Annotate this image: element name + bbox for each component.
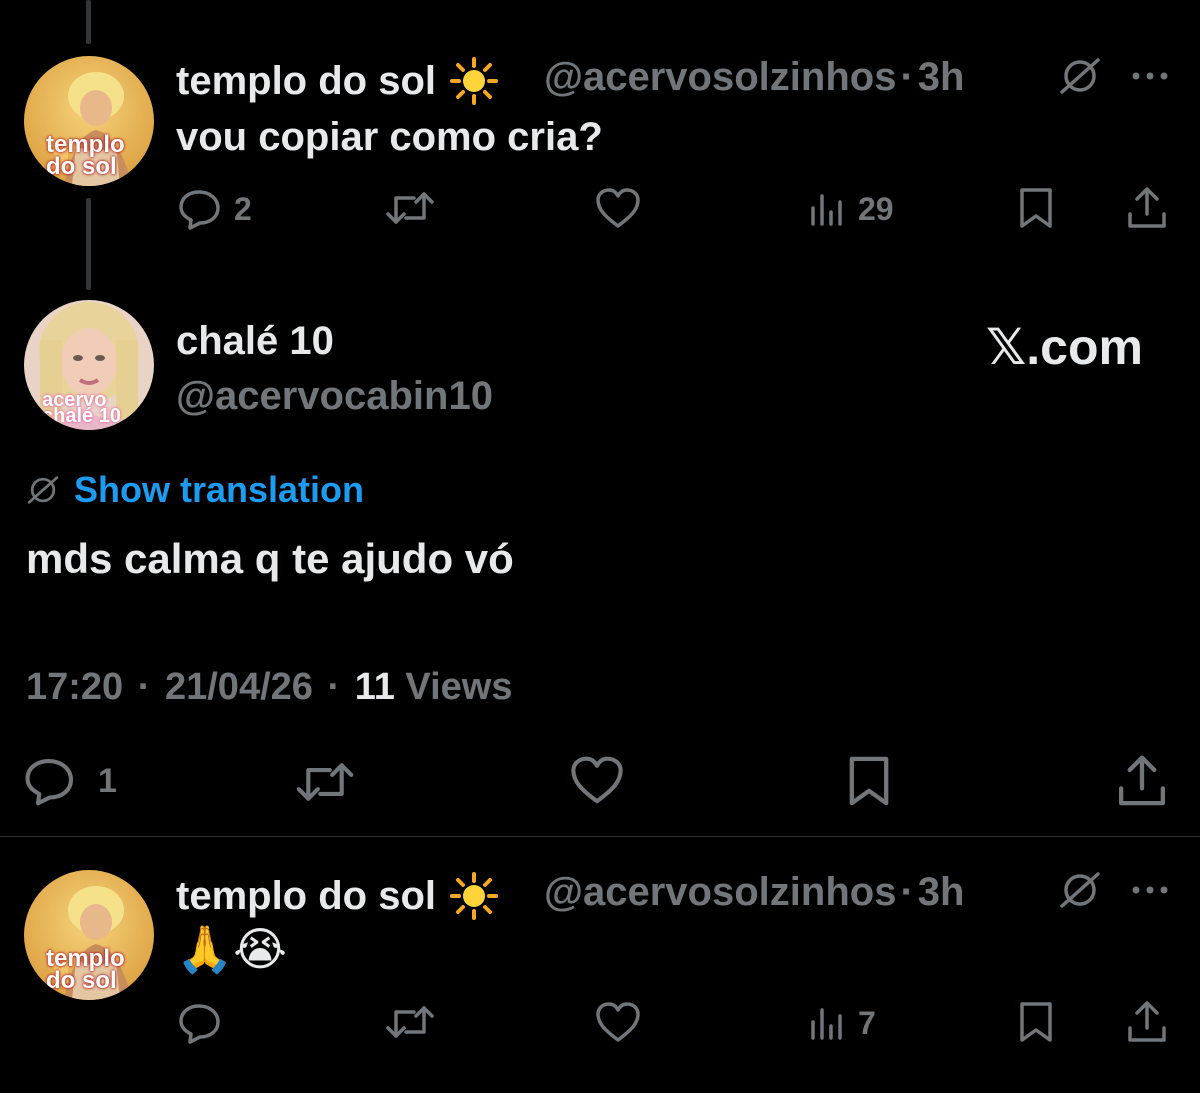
section-divider: [0, 836, 1200, 837]
views-label: Views: [405, 666, 513, 708]
thread-connector-top: [86, 0, 91, 44]
bookmark-icon: [1020, 188, 1052, 228]
translate-globe-icon: [27, 476, 59, 504]
more-dots-icon[interactable]: [1130, 66, 1170, 86]
display-name[interactable]: templo do sol: [176, 61, 436, 101]
main-like-button[interactable]: [568, 754, 626, 806]
retweet-icon: [296, 763, 354, 801]
reply-header: templo do sol: [176, 57, 498, 105]
tweet-meta: 17:20 · 21/04/26 · 11 Views: [26, 668, 512, 706]
main-share-button[interactable]: [1116, 754, 1168, 808]
heart-icon: [596, 1002, 640, 1042]
brand-watermark: 𝕏.com: [986, 319, 1143, 375]
timestamp[interactable]: 3h: [918, 870, 965, 914]
sun-emoji: [450, 872, 498, 920]
reply-count: 2: [234, 191, 252, 227]
avatar-text-line2: chalé 10: [42, 405, 121, 427]
reply-header: templo do sol: [176, 872, 498, 920]
reply-button[interactable]: 2: [178, 188, 252, 230]
heart-icon: [571, 756, 623, 804]
reply-button[interactable]: [178, 1002, 224, 1044]
meta-separator: ·: [327, 666, 341, 708]
share-icon: [1118, 755, 1166, 806]
translate-globe-icon[interactable]: [1058, 870, 1102, 910]
bookmark-icon: [1020, 1002, 1052, 1042]
display-name[interactable]: templo do sol: [176, 876, 436, 916]
views-count: 11: [354, 666, 395, 708]
retweet-button[interactable]: [384, 188, 436, 228]
views-bar-icon: [811, 194, 842, 226]
main-display-name[interactable]: chalé 10: [176, 321, 334, 361]
show-translation-label[interactable]: Show translation: [74, 472, 364, 508]
reply-text: vou copiar como cria?: [176, 115, 603, 159]
reply-text: 🙏😭: [176, 922, 288, 976]
views-button[interactable]: 29: [808, 190, 894, 228]
heart-icon: [596, 188, 640, 228]
views-count: 29: [858, 191, 894, 227]
tweet-date[interactable]: 21/04/26: [165, 666, 313, 708]
reply-handle-time: @acervosolzinhos · 3h: [544, 872, 964, 912]
reply-bubble-icon: [25, 758, 74, 806]
timestamp[interactable]: 3h: [918, 55, 965, 99]
handle[interactable]: @acervosolzinhos: [544, 870, 896, 914]
bookmark-button[interactable]: [1016, 186, 1056, 230]
thread-connector-middle: [86, 198, 91, 290]
reply-bubble-icon: [179, 190, 220, 230]
reply-bubble-icon: [179, 1004, 220, 1044]
reply-avatar[interactable]: templo do sol: [24, 56, 154, 186]
avatar-text-line2: do sol: [46, 967, 117, 994]
retweet-button[interactable]: [384, 1002, 436, 1042]
show-translation-link[interactable]: Show translation: [26, 472, 364, 508]
like-button[interactable]: [594, 186, 642, 230]
share-icon: [1128, 187, 1166, 228]
main-avatar[interactable]: acervo chalé 10: [24, 300, 154, 430]
main-reply-button[interactable]: 1: [24, 756, 117, 806]
reply-count: 1: [98, 762, 117, 800]
meta-separator: ·: [137, 666, 151, 708]
tweet-time[interactable]: 17:20: [26, 666, 123, 708]
share-button[interactable]: [1126, 1000, 1168, 1044]
views-bar-icon: [811, 1008, 842, 1040]
share-icon: [1128, 1001, 1166, 1042]
views-count: 7: [858, 1005, 876, 1041]
share-button[interactable]: [1126, 186, 1168, 230]
translate-globe-icon[interactable]: [1058, 56, 1102, 96]
reply-handle-time: @acervosolzinhos · 3h: [544, 57, 964, 97]
reply-avatar[interactable]: templo do sol: [24, 870, 154, 1000]
main-tweet-text: mds calma q te ajudo vó: [26, 535, 514, 582]
retweet-icon: [386, 1006, 434, 1038]
main-bookmark-button[interactable]: [844, 754, 894, 808]
sun-emoji: [450, 57, 498, 105]
main-retweet-button[interactable]: [294, 758, 356, 806]
bookmark-icon: [849, 756, 889, 806]
retweet-icon: [386, 192, 434, 224]
more-dots-icon[interactable]: [1130, 880, 1170, 900]
views-button[interactable]: 7: [808, 1004, 876, 1042]
handle[interactable]: @acervosolzinhos: [544, 55, 896, 99]
avatar-text-line2: do sol: [46, 153, 117, 180]
separator: ·: [900, 870, 914, 914]
main-handle[interactable]: @acervocabin10: [176, 376, 493, 416]
like-button[interactable]: [594, 1000, 642, 1044]
bookmark-button[interactable]: [1016, 1000, 1056, 1044]
separator: ·: [900, 55, 914, 99]
